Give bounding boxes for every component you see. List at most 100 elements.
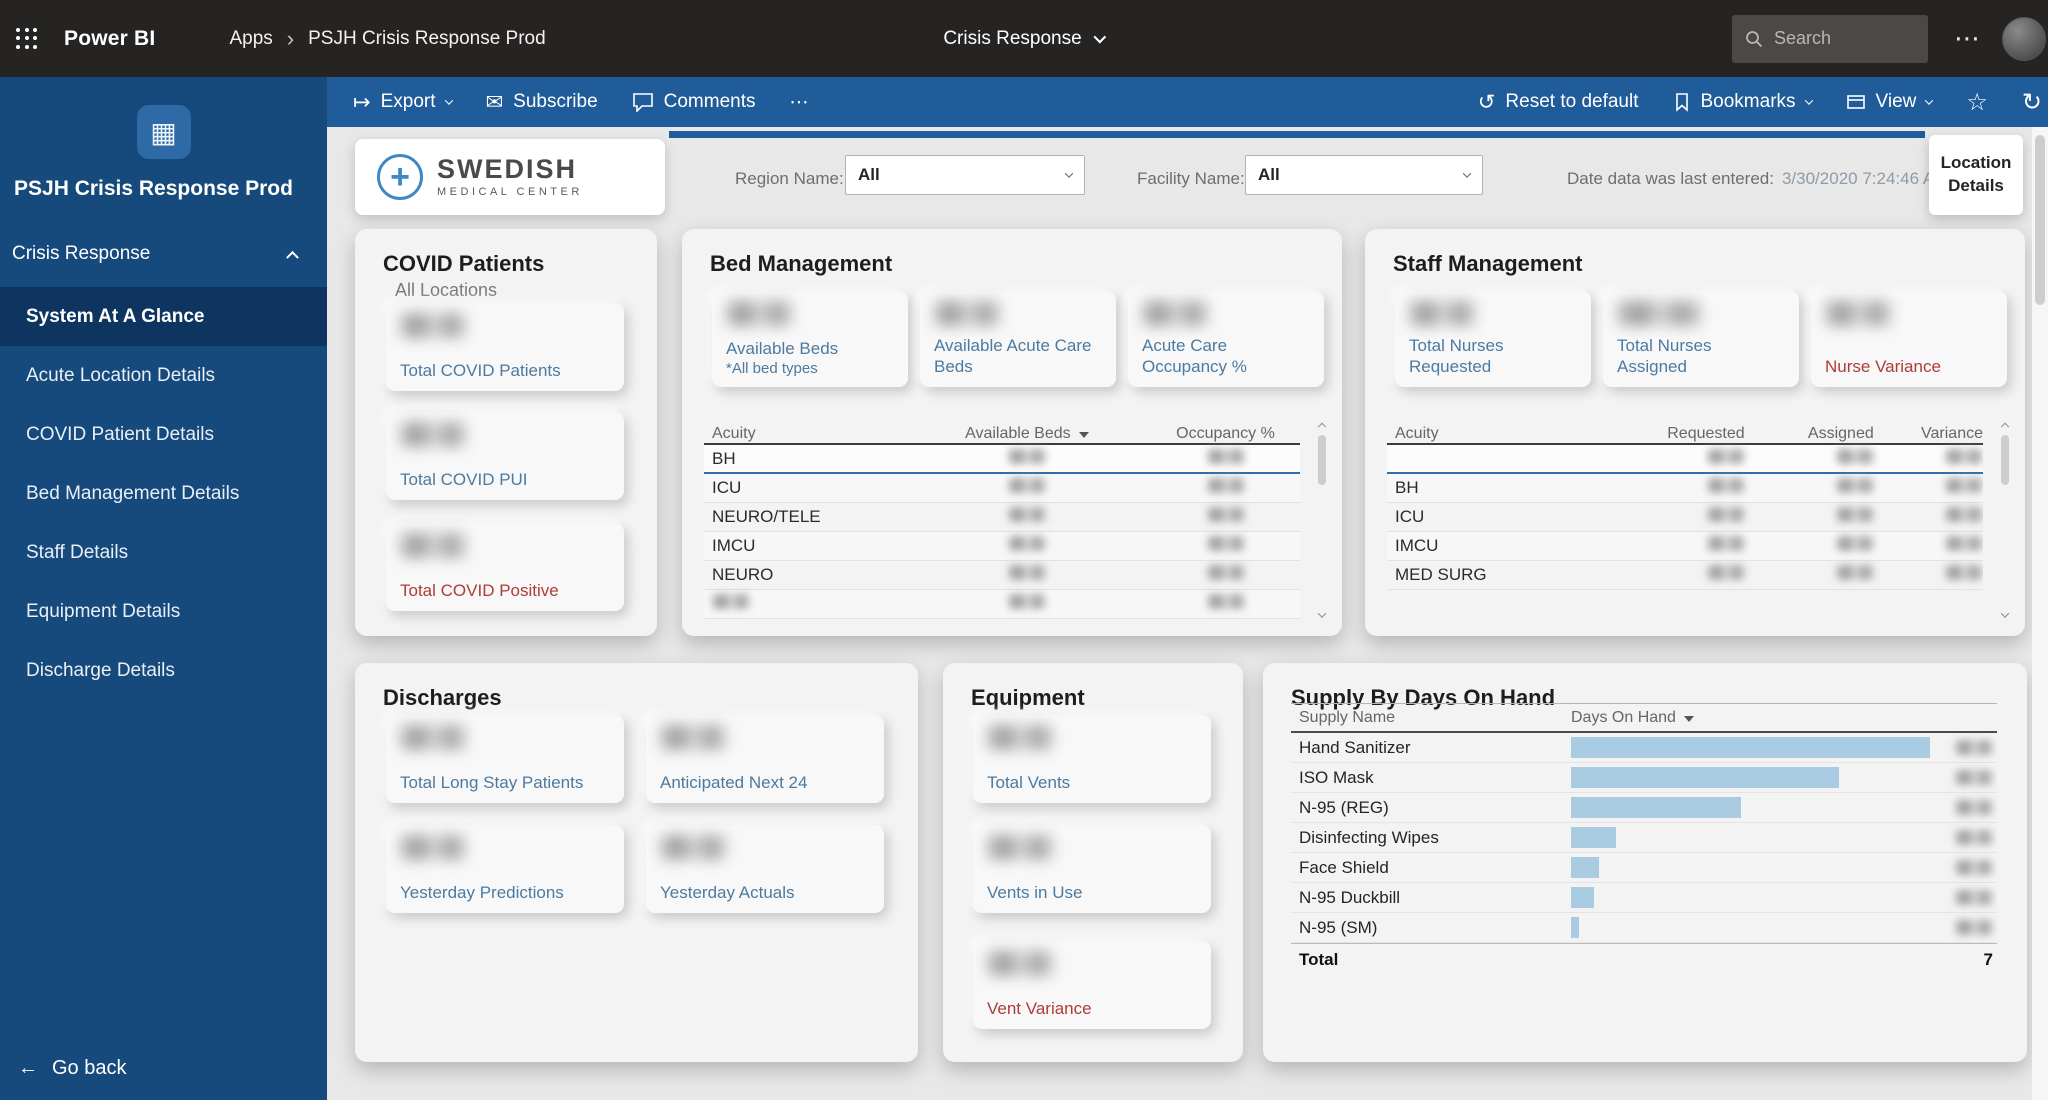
waffle-icon[interactable]: [16, 28, 38, 50]
breadcrumb-apps[interactable]: Apps: [229, 28, 272, 50]
table-row[interactable]: [1387, 445, 1983, 474]
chevron-down-icon: [1065, 169, 1073, 177]
redacted-value: [1707, 478, 1745, 493]
report-switcher[interactable]: Crisis Response: [943, 28, 1104, 50]
scroll-thumb[interactable]: [2035, 135, 2045, 305]
sidebar-item-covid-patient-details[interactable]: COVID Patient Details: [0, 405, 327, 464]
location-details-button[interactable]: Location Details: [1929, 135, 2023, 215]
bed-management-card: Bed Management Available Beds *All bed t…: [682, 229, 1342, 636]
table-row[interactable]: BH: [1387, 474, 1983, 503]
days-on-hand-bar: [1571, 737, 1930, 758]
kpi-anticipated-next-24[interactable]: Anticipated Next 24: [646, 715, 884, 803]
table-row[interactable]: N-95 Duckbill: [1291, 883, 1997, 913]
kpi-vents-in-use[interactable]: Vents in Use: [973, 825, 1211, 913]
col-header-acuity[interactable]: Acuity: [1387, 425, 1596, 443]
scroll-thumb[interactable]: [2001, 435, 2009, 485]
col-header-acuity[interactable]: Acuity: [704, 425, 903, 443]
staff-management-card: Staff Management Total Nurses Requested …: [1365, 229, 2025, 636]
kpi-total-covid-positive[interactable]: Total COVID Positive: [386, 523, 624, 611]
sort-desc-icon: [1079, 432, 1089, 438]
col-header-assigned[interactable]: Assigned: [1745, 425, 1874, 443]
table-row[interactable]: ICU: [704, 474, 1300, 503]
chevron-up-icon: [286, 251, 299, 264]
scroll-up-icon[interactable]: [2001, 423, 2009, 431]
col-header-days-on-hand[interactable]: Days On Hand: [1571, 709, 1694, 727]
kpi-yesterday-predictions[interactable]: Yesterday Predictions: [386, 825, 624, 913]
powerbi-brand[interactable]: Power BI: [64, 27, 155, 51]
view-button[interactable]: View: [1846, 91, 1933, 113]
subscribe-button[interactable]: ✉ Subscribe: [486, 91, 598, 113]
sidebar-item-staff-details[interactable]: Staff Details: [0, 523, 327, 582]
table-row[interactable]: N-95 (REG): [1291, 793, 1997, 823]
table-total-row: Total 7: [1291, 943, 1997, 975]
table-row[interactable]: BH: [704, 445, 1300, 474]
comments-button[interactable]: Comments: [632, 91, 756, 113]
table-row[interactable]: Hand Sanitizer: [1291, 733, 1997, 763]
table-row[interactable]: NEURO/TELE: [704, 503, 1300, 532]
search-input[interactable]: [1774, 28, 1904, 49]
kpi-vent-variance[interactable]: Vent Variance: [973, 941, 1211, 1029]
envelope-icon: ✉: [486, 92, 504, 113]
kpi-total-long-stay[interactable]: Total Long Stay Patients: [386, 715, 624, 803]
search-icon: [1744, 29, 1764, 49]
sidebar-item-acute-location-details[interactable]: Acute Location Details: [0, 346, 327, 405]
kpi-available-beds[interactable]: Available Beds *All bed types: [712, 291, 908, 387]
scroll-down-icon[interactable]: [2001, 609, 2009, 617]
table-row[interactable]: MED SURG: [1387, 561, 1983, 590]
redacted-value: [934, 301, 1000, 326]
kpi-total-vents[interactable]: Total Vents: [973, 715, 1211, 803]
breadcrumb-app-name[interactable]: PSJH Crisis Response Prod: [308, 28, 546, 50]
region-filter-dropdown[interactable]: All: [845, 155, 1085, 195]
favorite-star-icon[interactable]: ☆: [1966, 88, 1988, 117]
table-row[interactable]: Disinfecting Wipes: [1291, 823, 1997, 853]
table-row[interactable]: IMCU: [1387, 532, 1983, 561]
kpi-yesterday-actuals[interactable]: Yesterday Actuals: [646, 825, 884, 913]
kpi-total-covid-pui[interactable]: Total COVID PUI: [386, 412, 624, 500]
reset-icon: ↺: [1478, 92, 1496, 113]
table-scrollbar[interactable]: [1997, 421, 2013, 618]
reset-to-default-button[interactable]: ↺ Reset to default: [1478, 91, 1639, 113]
swedish-logo-card: + SWEDISH MEDICAL CENTER: [355, 139, 665, 215]
kpi-total-nurses-requested[interactable]: Total Nurses Requested: [1395, 291, 1591, 387]
table-row[interactable]: N-95 (SM): [1291, 913, 1997, 943]
more-options-icon[interactable]: ⋯: [1954, 23, 1980, 54]
redacted-value: [1008, 449, 1046, 464]
table-row[interactable]: ICU: [1387, 503, 1983, 532]
table-row-clipped[interactable]: [704, 590, 1300, 619]
facility-filter-dropdown[interactable]: All: [1245, 155, 1483, 195]
col-header-variance[interactable]: Variance: [1874, 425, 1983, 443]
toolbar-more-icon[interactable]: ⋯: [790, 91, 809, 114]
go-back-button[interactable]: ← Go back: [18, 1057, 126, 1080]
col-header-available-beds[interactable]: Available Beds: [903, 425, 1151, 443]
kpi-available-acute-care-beds[interactable]: Available Acute Care Beds: [920, 291, 1116, 387]
back-arrow-icon: ←: [18, 1057, 38, 1080]
table-row[interactable]: IMCU: [704, 532, 1300, 561]
kpi-nurse-variance[interactable]: Nurse Variance: [1811, 291, 2007, 387]
chevron-down-icon: [1804, 96, 1812, 104]
scroll-thumb[interactable]: [1318, 435, 1326, 485]
bookmarks-button[interactable]: Bookmarks: [1673, 91, 1812, 113]
page-scrollbar[interactable]: [2032, 127, 2048, 1100]
profile-avatar[interactable]: [2002, 17, 2046, 61]
sidebar-item-bed-management-details[interactable]: Bed Management Details: [0, 464, 327, 523]
table-row[interactable]: ISO Mask: [1291, 763, 1997, 793]
table-scrollbar[interactable]: [1314, 421, 1330, 618]
table-row[interactable]: Face Shield: [1291, 853, 1997, 883]
table-row[interactable]: NEURO: [704, 561, 1300, 590]
sidebar-item-discharge-details[interactable]: Discharge Details: [0, 641, 327, 700]
search-box[interactable]: [1732, 15, 1928, 63]
sidebar-item-system-at-a-glance[interactable]: System At A Glance: [0, 287, 327, 346]
scroll-down-icon[interactable]: [1318, 609, 1326, 617]
kpi-acute-care-occupancy[interactable]: Acute Care Occupancy %: [1128, 291, 1324, 387]
refresh-icon[interactable]: ↻: [2022, 88, 2042, 117]
kpi-total-nurses-assigned[interactable]: Total Nurses Assigned: [1603, 291, 1799, 387]
card-title: COVID Patients: [355, 229, 657, 277]
col-header-occupancy[interactable]: Occupancy %: [1151, 425, 1300, 443]
kpi-total-covid-patients[interactable]: Total COVID Patients: [386, 303, 624, 391]
sidebar-item-equipment-details[interactable]: Equipment Details: [0, 582, 327, 641]
scroll-up-icon[interactable]: [1318, 423, 1326, 431]
export-button[interactable]: ↦ Export: [353, 91, 452, 113]
col-header-supply-name[interactable]: Supply Name: [1291, 709, 1571, 727]
sidebar-section-crisis-response[interactable]: Crisis Response: [0, 243, 327, 265]
col-header-requested[interactable]: Requested: [1596, 425, 1745, 443]
